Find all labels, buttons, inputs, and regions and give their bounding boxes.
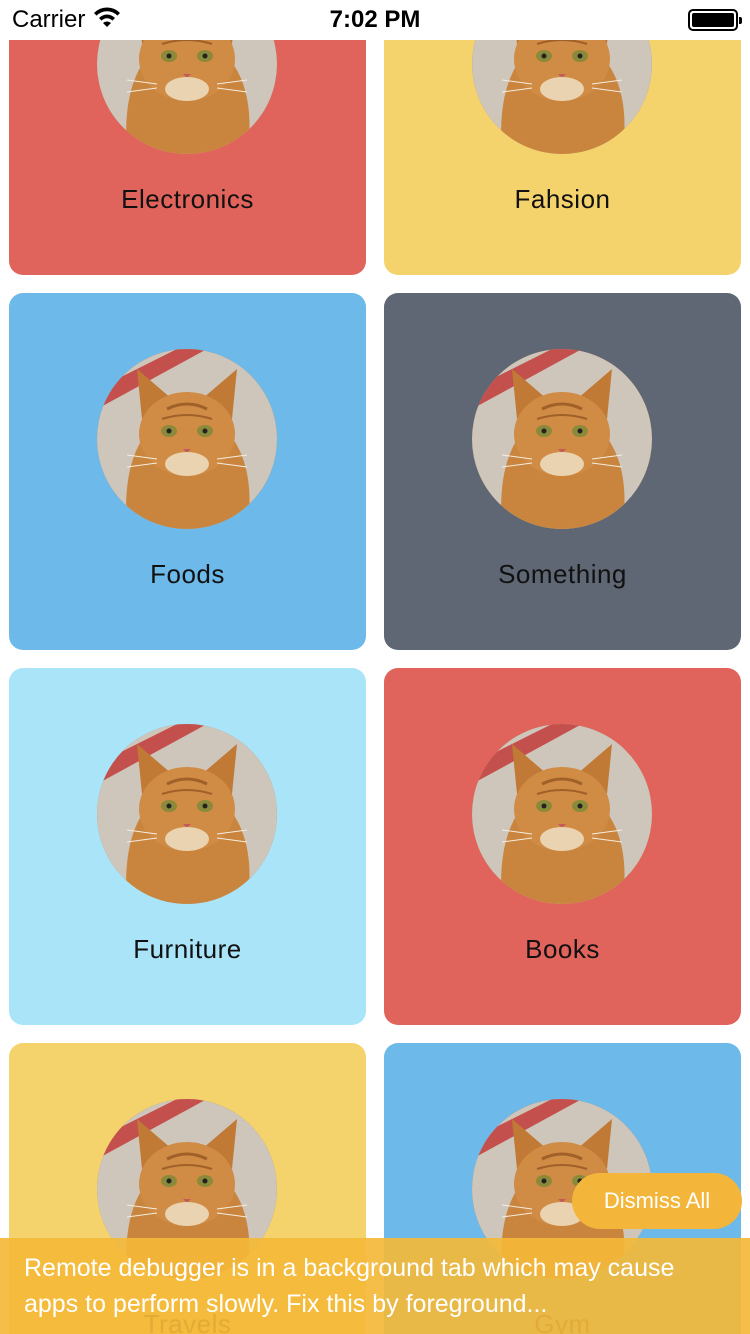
category-image: [97, 724, 277, 904]
category-card[interactable]: Electronics: [9, 0, 366, 275]
category-label: Electronics: [121, 184, 254, 214]
category-card[interactable]: Something: [384, 293, 741, 650]
category-image: [97, 349, 277, 529]
carrier-label: Carrier: [12, 6, 86, 33]
category-label: Fahsion: [514, 184, 611, 214]
category-label: Books: [525, 934, 600, 964]
remote-debugger-warning[interactable]: Remote debugger is in a background tab w…: [0, 1238, 750, 1334]
category-label: Something: [498, 559, 627, 589]
screen: Carrier 7:02 PM Electronics Fahsion Food…: [0, 0, 750, 1334]
category-card[interactable]: Furniture: [9, 668, 366, 1025]
category-card[interactable]: Books: [384, 668, 741, 1025]
status-bar: Carrier 7:02 PM: [0, 0, 750, 40]
dismiss-all-button[interactable]: Dismiss All: [572, 1173, 742, 1229]
category-image: [472, 724, 652, 904]
wifi-icon: [93, 6, 121, 34]
battery-icon: [688, 9, 742, 31]
category-card[interactable]: Foods: [9, 293, 366, 650]
category-image: [472, 349, 652, 529]
category-label: Foods: [150, 559, 225, 589]
category-card[interactable]: Fahsion: [384, 0, 741, 275]
category-label: Furniture: [133, 934, 242, 964]
